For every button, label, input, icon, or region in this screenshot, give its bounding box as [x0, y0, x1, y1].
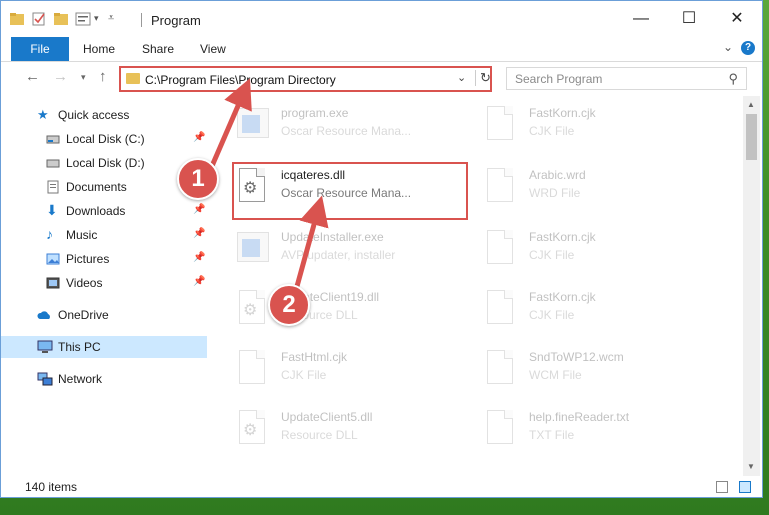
step-badge-2: 2 — [268, 284, 310, 326]
step-badge-1: 1 — [177, 158, 219, 200]
arrow-to-address-bar — [209, 78, 252, 167]
annotation-arrows — [209, 78, 329, 291]
arrow-to-dll-file — [293, 195, 329, 291]
